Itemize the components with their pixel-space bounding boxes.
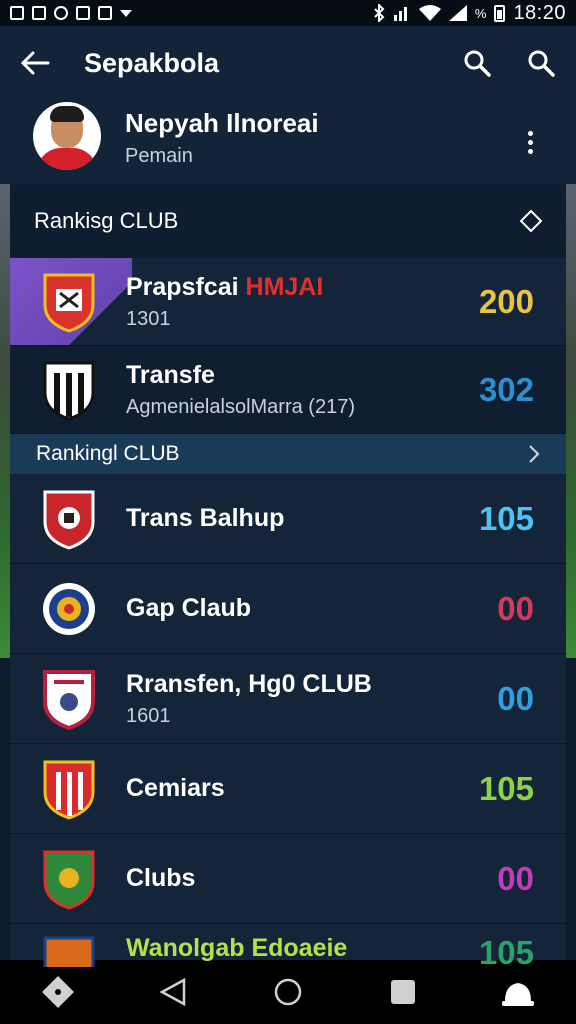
club-points: 00 bbox=[497, 859, 534, 897]
notification-icon bbox=[32, 6, 46, 20]
triangle-back-icon bbox=[159, 977, 186, 1007]
club-row[interactable]: Clubs 00 bbox=[10, 834, 566, 924]
club-points: 302 bbox=[478, 370, 534, 408]
more-vert-icon bbox=[527, 130, 533, 136]
section-title: Rankisg CLUB bbox=[34, 208, 179, 233]
back-button[interactable] bbox=[18, 46, 52, 80]
notification-icon bbox=[10, 6, 24, 20]
diamond-icon bbox=[520, 210, 542, 232]
club-row[interactable]: Transfe AgmenielalsolMarra (217) 302 bbox=[10, 346, 566, 434]
recents-button[interactable] bbox=[383, 972, 423, 1012]
club-subtitle: 1301 bbox=[126, 307, 171, 330]
club-name: Cemiars bbox=[126, 774, 225, 802]
bluetooth-icon bbox=[374, 4, 385, 22]
club-name: Gap Claub bbox=[126, 594, 252, 622]
club-crest-icon bbox=[43, 936, 95, 967]
section-header[interactable]: Rankisg CLUB bbox=[10, 184, 566, 258]
club-points: 200 bbox=[478, 282, 534, 320]
system-nav-bar bbox=[0, 960, 576, 1024]
profile-text: Nepyah Ilnoreai Pemain bbox=[125, 108, 510, 168]
bell-icon bbox=[502, 983, 535, 1006]
arrow-left-icon bbox=[20, 51, 50, 75]
club-row[interactable]: Trans Balhup 105 bbox=[10, 474, 566, 564]
club-name: Transfe bbox=[126, 360, 215, 389]
club-row[interactable]: Prapsfcai HMJAI 1301 200 bbox=[10, 258, 566, 346]
club-points: 00 bbox=[497, 680, 534, 718]
search-icon bbox=[464, 50, 491, 77]
home-button[interactable] bbox=[268, 972, 308, 1012]
network-icon bbox=[393, 7, 407, 21]
club-name: Prapsfcai bbox=[126, 272, 239, 301]
status-bar: % 18:20 bbox=[0, 0, 576, 26]
club-name: Wanolgab Edoaeie bbox=[126, 934, 348, 962]
club-crest-icon bbox=[43, 490, 95, 550]
wifi-icon bbox=[418, 5, 441, 21]
club-crest-icon bbox=[43, 669, 95, 730]
club-name: Rransfen, Hg0 CLUB bbox=[126, 669, 372, 698]
club-name: Clubs bbox=[126, 864, 196, 892]
notifications-button[interactable] bbox=[498, 972, 538, 1012]
club-crest-icon bbox=[43, 361, 95, 421]
square-recents-icon bbox=[391, 980, 416, 1004]
ranking-list: Rankisg CLUB Prapsfcai HMJAI 1301 200 Tr… bbox=[10, 184, 566, 968]
club-points: 105 bbox=[478, 769, 534, 807]
club-row[interactable]: Wanolgab Edoaeie 105 bbox=[10, 924, 566, 968]
profile-header[interactable]: Nepyah Ilnoreai Pemain bbox=[0, 100, 576, 184]
search-button[interactable] bbox=[524, 46, 558, 80]
club-crest-icon bbox=[43, 850, 95, 910]
more-options-button[interactable] bbox=[510, 130, 550, 154]
notification-icon bbox=[98, 6, 112, 20]
club-crest-icon bbox=[43, 582, 95, 635]
assistant-button[interactable] bbox=[38, 972, 78, 1012]
signal-text: % bbox=[474, 5, 487, 21]
dropdown-icon bbox=[120, 9, 132, 17]
chevron-right-icon bbox=[529, 445, 540, 463]
club-row[interactable]: Gap Claub 00 bbox=[10, 564, 566, 654]
page-title: Sepakbola bbox=[84, 47, 220, 78]
club-points: 105 bbox=[478, 499, 534, 537]
club-subtitle: 1601 bbox=[126, 704, 171, 727]
diamond-icon bbox=[41, 976, 74, 1008]
signal-icon bbox=[448, 5, 467, 21]
search-button[interactable] bbox=[460, 46, 494, 80]
avatar bbox=[33, 102, 101, 170]
notification-icons bbox=[10, 6, 132, 20]
club-name-accent: HMJAI bbox=[245, 272, 324, 301]
notification-icon bbox=[54, 6, 68, 20]
battery-icon bbox=[494, 4, 506, 22]
back-nav-button[interactable] bbox=[153, 972, 193, 1012]
profile-name: Nepyah Ilnoreai bbox=[125, 108, 319, 138]
club-points-part: 00 bbox=[497, 679, 534, 717]
section-title: Rankingl CLUB bbox=[36, 442, 180, 465]
app-bar: Sepakbola bbox=[0, 26, 576, 100]
club-subtitle: AgmenielalsolMarra (217) bbox=[126, 395, 355, 418]
notification-icon bbox=[76, 6, 90, 20]
section-header[interactable]: Rankingl CLUB bbox=[10, 434, 566, 474]
club-crest-icon bbox=[43, 760, 95, 820]
system-icons: % 18:20 bbox=[373, 2, 566, 25]
club-row[interactable]: Rransfen, Hg0 CLUB 1601 00 bbox=[10, 654, 566, 744]
club-row[interactable]: Cemiars 105 bbox=[10, 744, 566, 834]
app-actions bbox=[460, 46, 558, 80]
club-name: Trans Balhup bbox=[126, 504, 285, 532]
search-icon bbox=[528, 50, 555, 77]
club-points: 00 bbox=[497, 589, 534, 627]
club-crest-icon bbox=[43, 273, 95, 333]
circle-home-icon bbox=[274, 978, 302, 1006]
profile-subtitle: Pemain bbox=[125, 145, 193, 167]
club-points: 105 bbox=[478, 934, 534, 968]
clock: 18:20 bbox=[513, 1, 566, 24]
